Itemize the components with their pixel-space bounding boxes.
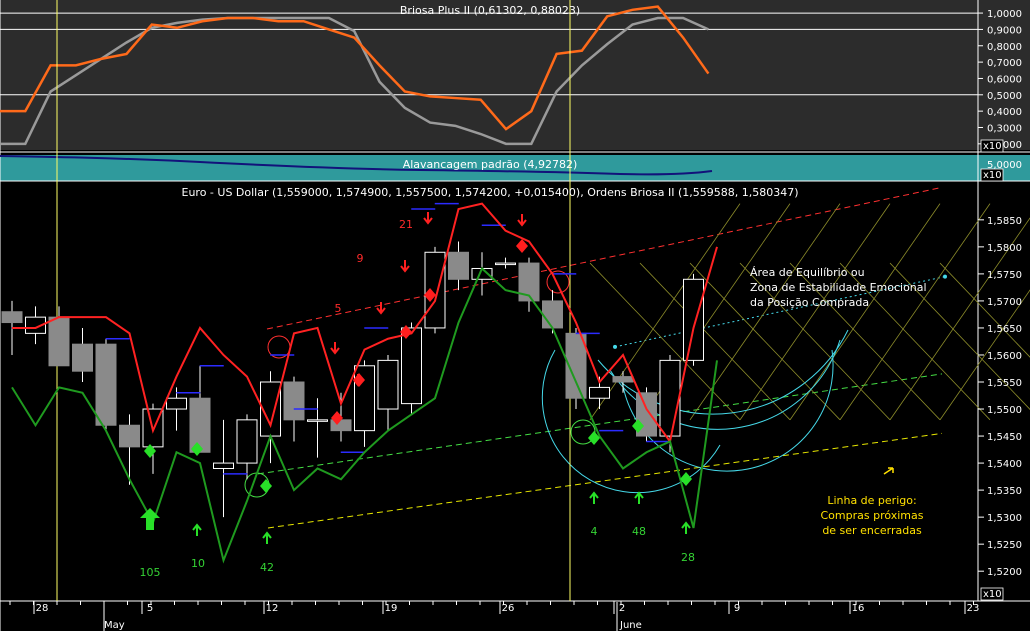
signal-label: 5 — [335, 302, 342, 315]
y-tick-label: 1,5350 — [987, 486, 1022, 497]
top-panel-bg — [0, 0, 1030, 150]
main-unit-label: x10 — [983, 589, 1002, 600]
y-tick-label: 1,5200 — [987, 567, 1022, 578]
equilibrium-dot — [943, 274, 947, 279]
y-tick-label: 1,5650 — [987, 324, 1022, 335]
y-tick-label: 0,7000 — [987, 58, 1022, 69]
month-label-june: June — [619, 620, 642, 631]
x-tick-label: 5 — [147, 603, 153, 614]
signal-label: 48 — [632, 525, 646, 538]
signal-label: 105 — [140, 566, 161, 579]
y-tick-label: 1,5850 — [987, 216, 1022, 227]
candle-body — [448, 251, 469, 280]
signal-label: 21 — [399, 218, 413, 231]
x-tick-label: 16 — [852, 603, 865, 614]
candle-body — [542, 300, 563, 329]
candle-body — [377, 359, 399, 410]
candle-body — [283, 381, 305, 421]
mid-unit-label: x10 — [983, 170, 1002, 181]
chart-window: 1,0000 0,9000 0,8000 0,7000 0,6000 0,5000 0,40… — [0, 0, 1030, 631]
top-unit-label: x10 — [983, 141, 1002, 152]
x-tick-label: 9 — [734, 603, 740, 614]
candle-body — [495, 262, 516, 266]
y-tick-label: 0,3000 — [987, 123, 1022, 134]
signal-label: 28 — [681, 551, 695, 564]
y-tick-label: 1,5600 — [987, 351, 1022, 362]
y-tick-label: 1,5750 — [987, 270, 1022, 281]
candle-body — [48, 316, 70, 367]
y-tick-label: 0,4000 — [987, 107, 1022, 118]
candle-body — [307, 419, 328, 422]
candle-body — [166, 397, 187, 410]
candle-body — [683, 278, 704, 361]
candle-body — [589, 386, 610, 399]
candle-body — [659, 359, 681, 437]
y-tick-label: 1,5450 — [987, 432, 1022, 443]
equilibrium-line-1: Área de Equilíbrio ou — [750, 266, 865, 279]
candle-body — [612, 376, 634, 383]
y-tick-label: 1,5400 — [987, 459, 1022, 470]
x-tick-label: 12 — [266, 603, 279, 614]
equilibrium-line-2: Zona de Estabilidade Emocional — [750, 281, 927, 294]
month-label-may: May — [104, 620, 125, 631]
y-tick-label: 1,5500 — [987, 405, 1022, 416]
x-tick-label: 19 — [385, 603, 398, 614]
main-panel-bg — [0, 182, 1030, 631]
candle-body — [401, 327, 422, 405]
y-tick-label: 1,0000 — [987, 9, 1022, 20]
x-tick-label: 2 — [619, 603, 625, 614]
danger-line-1: Linha de perigo: — [827, 494, 916, 507]
y-tick-label: 1,5700 — [987, 297, 1022, 308]
candle-body — [424, 251, 446, 329]
signal-label: 9 — [357, 252, 364, 265]
chart-canvas: 1,0000 0,9000 0,8000 0,7000 0,6000 0,5000 0,40… — [0, 0, 1030, 631]
y-tick-label: 1,5800 — [987, 243, 1022, 254]
equilibrium-line-3: da Posição Comprada — [750, 296, 869, 309]
candle-body — [95, 343, 117, 426]
main-panel-title: Euro - US Dollar (1,559000, 1,574900, 1,… — [182, 186, 799, 199]
y-tick-label: 0,5000 — [987, 91, 1022, 102]
signal-label: 42 — [260, 561, 274, 574]
signal-label: 4 — [591, 525, 598, 538]
top-panel-title: Briosa Plus II (0,61302, 0,88023) — [400, 4, 580, 17]
candle-body — [213, 462, 234, 469]
equilibrium-dot — [613, 344, 617, 349]
mid-panel-title: Alavancagem padrão (4,92782) — [403, 158, 578, 171]
y-tick-label: 1,5250 — [987, 540, 1022, 551]
y-tick-label: 0,9000 — [987, 25, 1022, 36]
y-tick-label: 0,6000 — [987, 74, 1022, 85]
candle-body — [119, 424, 140, 448]
danger-line-3: de ser encerradas — [822, 524, 922, 537]
y-tick-label: 0,8000 — [987, 42, 1022, 53]
signal-label: 10 — [191, 557, 205, 570]
candle-body — [236, 419, 258, 464]
candle-body — [189, 397, 211, 453]
y-tick-label: 1,5300 — [987, 513, 1022, 524]
danger-line-2: Compras próximas — [820, 509, 923, 522]
y-tick-label: 1,5550 — [987, 378, 1022, 389]
candle-body — [1, 311, 23, 324]
candle-body — [72, 343, 93, 372]
x-tick-label: 28 — [36, 603, 49, 614]
